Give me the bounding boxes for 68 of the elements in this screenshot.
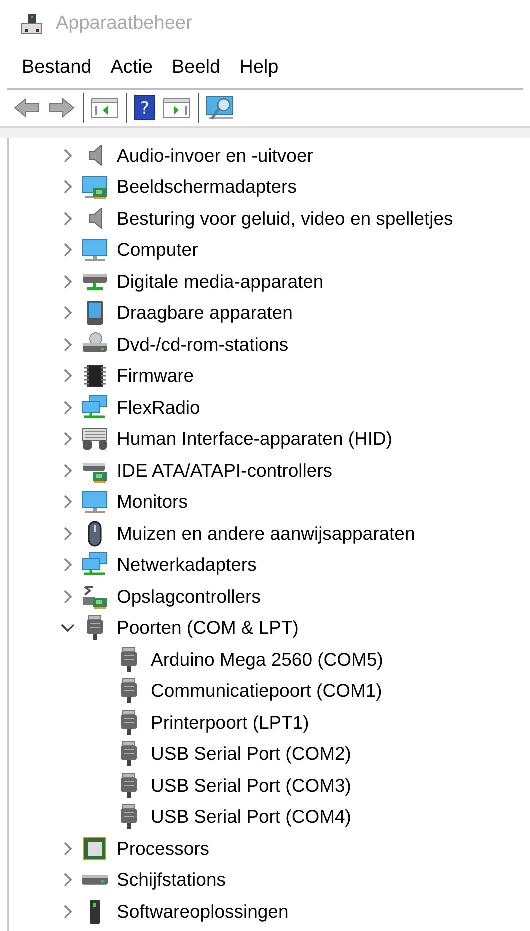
tree-item[interactable]: USB Serial Port (COM4) (151, 803, 352, 832)
expand-chevron-icon[interactable] (64, 400, 72, 415)
scan-monitor-icon[interactable] (206, 95, 236, 121)
expand-chevron-icon[interactable] (64, 495, 72, 510)
menu-item[interactable]: Help (234, 54, 285, 82)
expand-chevron-icon[interactable] (64, 842, 72, 856)
expand-chevron-icon[interactable] (64, 873, 72, 888)
tree-item[interactable]: Schijfstations (117, 866, 226, 894)
back-arrow-icon[interactable] (13, 97, 41, 119)
expand-chevron-icon[interactable] (64, 432, 72, 446)
tree-item[interactable]: Netwerkadapters (117, 551, 257, 580)
tree-item[interactable]: Opslagcontrollers (117, 582, 261, 611)
expand-chevron-icon[interactable] (64, 148, 72, 163)
menu-item[interactable]: Actie (104, 54, 159, 82)
tree-item[interactable]: Computer (117, 236, 198, 264)
expand-chevron-icon[interactable] (64, 526, 72, 541)
tree-item[interactable]: USB Serial Port (COM3) (151, 772, 352, 800)
expand-chevron-icon[interactable] (64, 464, 72, 478)
expand-chevron-icon[interactable] (64, 369, 72, 384)
collapse-chevron-icon[interactable] (61, 624, 75, 633)
tree-item[interactable]: Communicatiepoort (COM1) (151, 677, 382, 706)
tree-item[interactable]: Monitors (117, 488, 188, 516)
tree-item[interactable]: Audio-invoer en -uitvoer (117, 142, 314, 170)
monitor-icon (81, 489, 109, 516)
tree-item[interactable]: IDE ATA/ATAPI-controllers (117, 456, 333, 485)
expand-chevron-icon[interactable] (64, 180, 72, 194)
expand-chevron-icon[interactable] (64, 558, 72, 572)
tree-item[interactable]: Digitale media-apparaten (117, 268, 324, 296)
menu-item[interactable]: Beeld (166, 54, 227, 82)
monitor-icon (81, 237, 109, 264)
forward-arrow-icon[interactable] (48, 97, 76, 119)
expand-chevron-icon[interactable] (64, 590, 72, 604)
expand-chevron-icon[interactable] (64, 243, 72, 258)
menu-item[interactable]: Bestand (16, 54, 98, 82)
tree-item[interactable]: Dvd-/cd-rom-stations (117, 330, 289, 359)
expand-chevron-icon[interactable] (64, 306, 72, 320)
tree-item[interactable]: Printerpoort (LPT1) (151, 708, 310, 737)
tree-item[interactable]: Arduino Mega 2560 (COM5) (151, 646, 384, 674)
keyboard-icon (81, 426, 109, 452)
speaker-icon (88, 145, 102, 166)
speaker-icon (88, 208, 102, 230)
tree-item[interactable]: USB Serial Port (COM2) (151, 740, 352, 768)
network-icon (81, 552, 109, 578)
tree-item[interactable]: Softwareoplossingen (117, 898, 289, 926)
help-icon[interactable]: ? (134, 95, 156, 121)
drive-icon (82, 875, 108, 886)
expand-chevron-icon[interactable] (64, 904, 72, 919)
storage-controller-icon (81, 584, 109, 610)
tree-item[interactable]: Besturing voor geluid, video en spelletjes (117, 204, 454, 233)
window-title: Apparaatbeheer (56, 12, 192, 36)
chip-icon (81, 363, 109, 390)
network-icon (81, 394, 109, 421)
action-pane-icon[interactable] (163, 97, 191, 119)
tree-item[interactable]: Firmware (117, 362, 194, 390)
expand-chevron-icon[interactable] (64, 338, 72, 352)
tree-item[interactable]: Draagbare apparaten (117, 299, 293, 328)
console-tree-icon[interactable] (91, 97, 119, 119)
tree-item[interactable]: Muizen en andere aanwijsapparaten (117, 520, 416, 548)
device-manager-icon (20, 12, 44, 36)
tree-item[interactable]: FlexRadio (117, 394, 200, 422)
tree-item[interactable]: Processors (117, 834, 210, 863)
expand-chevron-icon[interactable] (64, 274, 72, 289)
processor-icon (81, 836, 109, 862)
expand-chevron-icon[interactable] (64, 212, 72, 226)
tree-item[interactable]: Human Interface-apparaten (HID) (117, 425, 393, 454)
tree-item[interactable]: Poorten (COM & LPT) (117, 614, 299, 642)
display-adapter-icon (81, 174, 109, 200)
tree-item[interactable]: Beeldschermadapters (117, 173, 297, 202)
